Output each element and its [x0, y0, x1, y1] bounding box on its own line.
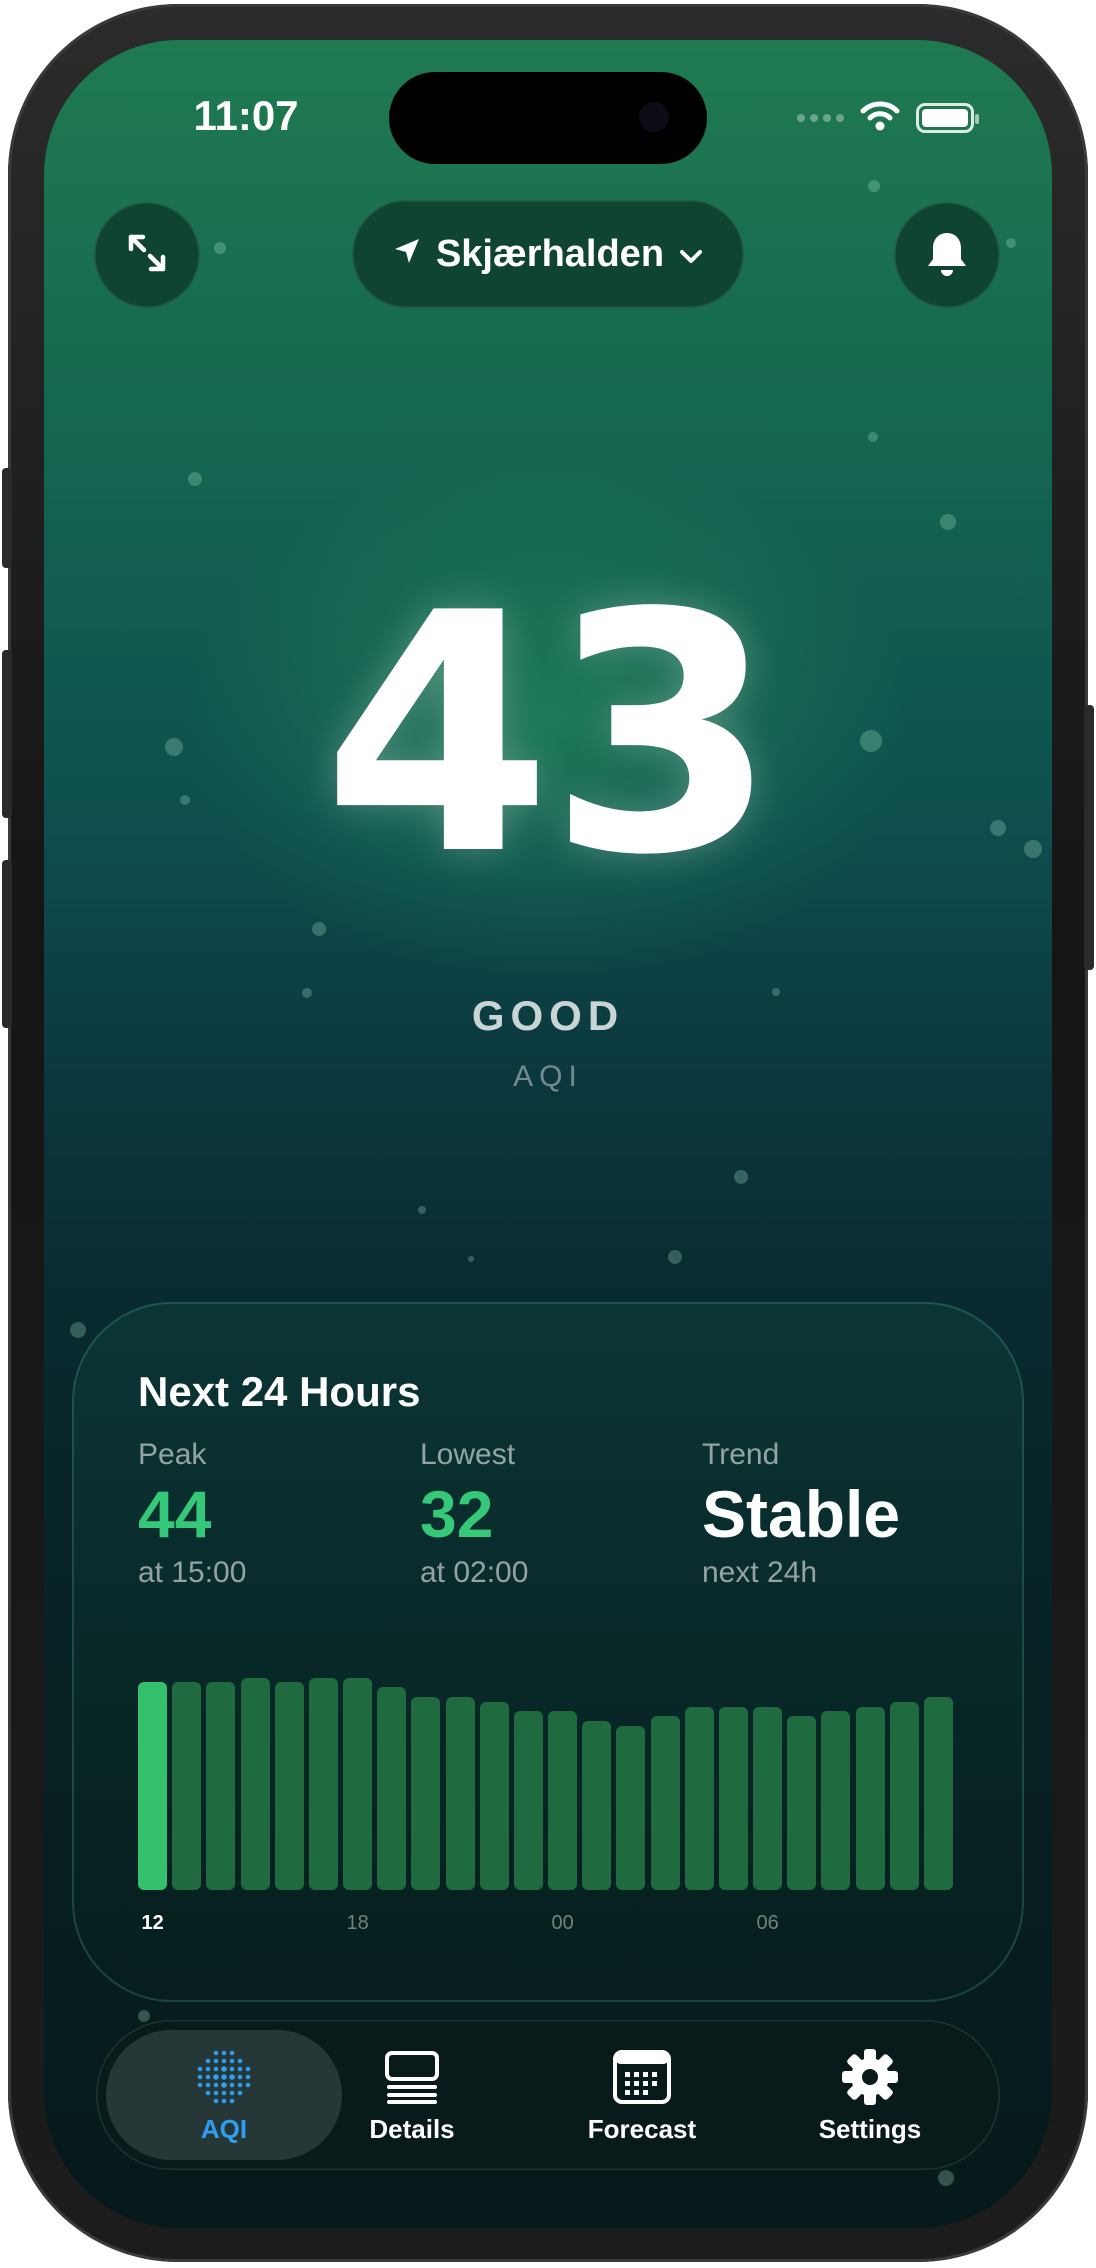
calendar-icon	[612, 2046, 672, 2108]
chart-bar	[172, 1682, 202, 1890]
aqi-category: GOOD	[471, 992, 625, 1039]
aqi-value: 43	[322, 543, 777, 927]
chart-bar	[548, 1711, 578, 1890]
app-screen: 11:07 Skjærhalden 43 GOOD AQI Next 24 Ho…	[44, 40, 1052, 2228]
chart-bar	[923, 1696, 953, 1890]
tab-aqi-label: AQI	[200, 2113, 248, 2144]
particle	[188, 472, 202, 486]
chart-bar	[582, 1721, 612, 1890]
particle	[938, 2170, 954, 2186]
gear-icon	[840, 2046, 900, 2108]
chart-bar	[513, 1711, 543, 1890]
cellular-signal-icon	[797, 114, 844, 122]
volume-up-button	[2, 650, 12, 818]
particle	[668, 1250, 682, 1264]
particle	[734, 1170, 748, 1184]
chart-bar	[411, 1696, 441, 1890]
chart-bar	[650, 1716, 680, 1890]
chart-bar	[479, 1701, 509, 1890]
power-button	[1084, 705, 1094, 970]
particle	[214, 242, 226, 254]
chart-bar	[240, 1677, 270, 1890]
chart-bar	[889, 1701, 919, 1890]
particle	[418, 1206, 426, 1214]
chart-bar	[684, 1706, 714, 1890]
dynamic-island	[389, 72, 707, 164]
status-icons	[797, 98, 979, 138]
forecast-card[interactable]: Next 24 Hours Peak 44 at 15:00 Lowest 32…	[72, 1302, 1024, 2002]
tab-forecast[interactable]: Forecast	[542, 2030, 742, 2160]
tab-bar: AQI Details Forecast Settings	[96, 2020, 1000, 2170]
aqi-unit-label: AQI	[513, 1060, 583, 1093]
particle	[138, 2010, 150, 2022]
chart-bar	[274, 1682, 304, 1890]
alerts-button[interactable]	[894, 202, 1000, 308]
chart-bar	[855, 1706, 885, 1890]
camera-icon	[639, 102, 669, 132]
chart-tick-label: 06	[756, 1912, 779, 1934]
location-selector[interactable]: Skjærhalden	[352, 200, 744, 308]
battery-icon	[916, 103, 979, 133]
volume-down-button	[2, 860, 12, 1028]
chart-bar	[445, 1696, 475, 1890]
hourly-aqi-chart: 12 18 00 06	[72, 1302, 1024, 2002]
chart-bar	[377, 1687, 407, 1890]
chart-bar	[206, 1682, 236, 1890]
chevron-down-icon	[678, 233, 704, 276]
aqi-dots-icon	[193, 2046, 255, 2108]
tab-forecast-label: Forecast	[587, 2113, 697, 2144]
particle	[468, 1256, 474, 1262]
particle	[940, 514, 956, 530]
chart-tick-label: 18	[346, 1912, 369, 1934]
tab-settings[interactable]: Settings	[760, 2030, 980, 2160]
chart-bar	[821, 1711, 851, 1890]
location-name: Skjærhalden	[435, 232, 665, 275]
expand-button[interactable]	[94, 202, 200, 308]
chart-bar	[718, 1706, 748, 1890]
location-arrow-icon	[392, 233, 422, 276]
chart-bar	[787, 1716, 817, 1890]
chart-tick-label: 00	[551, 1912, 574, 1934]
tab-aqi[interactable]: AQI	[106, 2030, 342, 2160]
chart-bar	[343, 1677, 373, 1890]
chart-bar	[308, 1677, 338, 1890]
particle	[1006, 238, 1016, 248]
chart-bar	[753, 1706, 783, 1890]
particle	[868, 432, 878, 442]
bell-icon	[925, 229, 969, 282]
chart-tick-label: 12	[141, 1912, 164, 1934]
status-time: 11:07	[193, 92, 299, 139]
particle	[868, 180, 880, 192]
action-button	[2, 468, 12, 568]
chart-bar	[616, 1725, 646, 1890]
tab-details-label: Details	[369, 2113, 455, 2144]
expand-arrows-icon	[124, 230, 170, 281]
tab-settings-label: Settings	[818, 2113, 922, 2144]
chart-bar	[138, 1682, 168, 1890]
details-list-icon	[383, 2046, 441, 2108]
wifi-icon	[860, 100, 900, 137]
tab-details[interactable]: Details	[322, 2030, 502, 2160]
